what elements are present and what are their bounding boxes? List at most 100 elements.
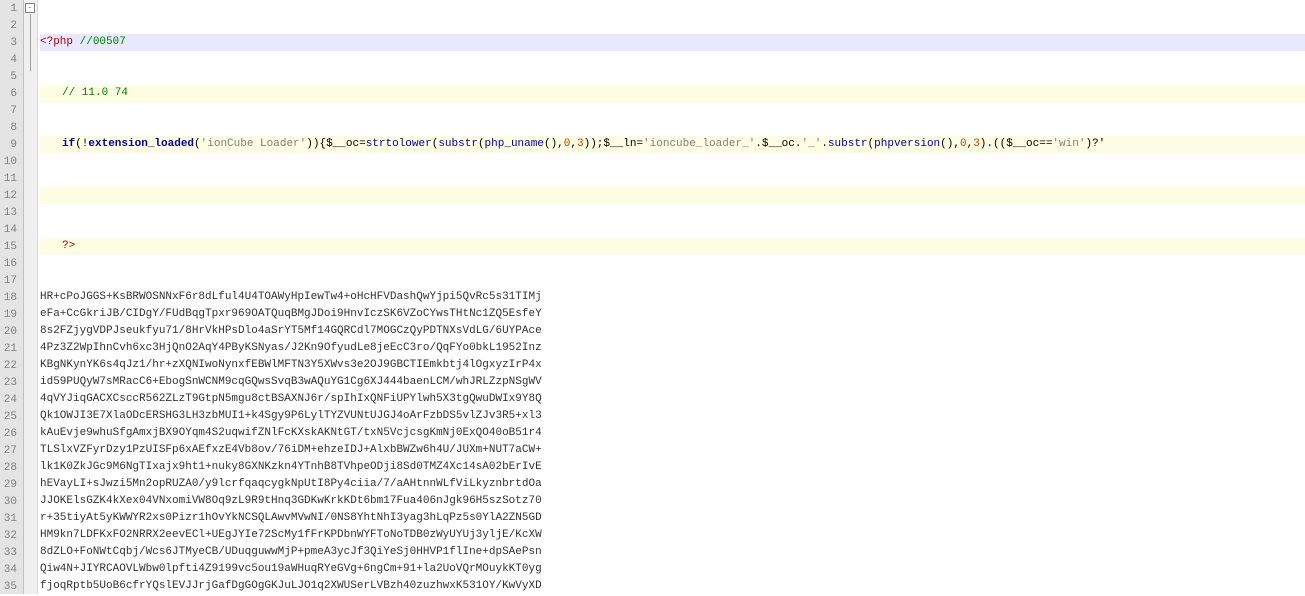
encoded-data-line[interactable]: id59PUQyW7sMRacC6+EbogSnWCNM9cqGQwsSvqB3…: [40, 374, 1305, 391]
line-number: 3: [2, 35, 17, 52]
fold-column[interactable]: -: [24, 0, 38, 594]
line-number: 33: [2, 545, 17, 562]
encoded-data-text: 4Pz3Z2WpIhnCvh6xc3HjQnO2AqY4PByKSNyas/J2…: [40, 342, 542, 354]
line-number: 17: [2, 273, 17, 290]
encoded-data-text: lk1K0ZkJGc9M6NgTIxajx9ht1+nuky8GXNKzkn4Y…: [40, 461, 542, 473]
variable: $__oc: [762, 138, 795, 150]
line-number: 16: [2, 256, 17, 273]
line-number: 20: [2, 324, 17, 341]
encoded-data-text: eFa+CcGkriJB/CIDgY/FUdBqgTpxr969OATQuqBM…: [40, 308, 542, 320]
line-number: 34: [2, 562, 17, 579]
encoded-data-text: KBgNKynYK6s4qJz1/hr+zXQNIwoNynxfEBWlMFTN…: [40, 359, 542, 371]
encoded-data-line[interactable]: 4qVYJiqGACXCsccR562ZLzT9GtpN5mgu8ctBSAXN…: [40, 391, 1305, 408]
line-number: 29: [2, 477, 17, 494]
encoded-data-text: Qiw4N+JIYRCAOVLWbw0lpfti4Z9199vc5ou19aWH…: [40, 563, 542, 575]
encoded-data-line[interactable]: HM9kn7LDFKxFO2NRRX2eevECl+UEgJYIe72ScMy1…: [40, 527, 1305, 544]
code-line[interactable]: <?php //00507: [40, 34, 1305, 51]
line-number: 27: [2, 443, 17, 460]
func-phpversion: phpversion: [874, 138, 940, 150]
punct: ).((: [980, 138, 1006, 150]
encoded-data-line[interactable]: Qiw4N+JIYRCAOVLWbw0lpfti4Z9199vc5ou19aWH…: [40, 561, 1305, 578]
func-substr: substr: [828, 138, 868, 150]
punct: ,: [570, 138, 577, 150]
punct: (: [194, 138, 201, 150]
line-number: 13: [2, 205, 17, 222]
line-number: 11: [2, 171, 17, 188]
punct: )){: [306, 138, 326, 150]
encoded-data-line[interactable]: kAuEvje9whuSfgAmxjBX9OYqm4S2uqwifZNlFcKX…: [40, 425, 1305, 442]
encoded-data-line[interactable]: eFa+CcGkriJB/CIDgY/FUdBqgTpxr969OATQuqBM…: [40, 306, 1305, 323]
variable: $__oc: [1006, 138, 1039, 150]
line-number: 23: [2, 375, 17, 392]
line-number: 35: [2, 579, 17, 596]
encoded-data-line[interactable]: 8s2FZjygVDPJseukfyu71/8HrVkHPsDlo4aSrYT5…: [40, 323, 1305, 340]
variable: $__oc: [326, 138, 359, 150]
line-number: 15: [2, 239, 17, 256]
php-open-tag: <?php: [40, 36, 73, 48]
encoded-data-text: JJOKElsGZK4kXex04VNxomiVW8Oq9zL9R9tHnq3G…: [40, 495, 542, 507]
code-line[interactable]: if(!extension_loaded('ionCube Loader')){…: [40, 136, 1305, 153]
string: '_': [802, 138, 822, 150]
code-line-blank[interactable]: [40, 187, 1305, 204]
encoded-data-text: Qk1OWJI3E7XlaODcERSHG3LH3zbMUI1+k4Sgy9P6…: [40, 410, 542, 422]
punct: =: [359, 138, 366, 150]
fold-marker-icon[interactable]: -: [25, 3, 35, 13]
line-number: 26: [2, 426, 17, 443]
line-number: 12: [2, 188, 17, 205]
encoded-data-text: hEVayLI+sJwzi5Mn2opRUZA0/y9lcrfqaqcygkNp…: [40, 478, 542, 490]
line-number: 21: [2, 341, 17, 358]
line-number: 28: [2, 460, 17, 477]
line-number: 8: [2, 120, 17, 137]
line-number: 22: [2, 358, 17, 375]
encoded-data-line[interactable]: JJOKElsGZK4kXex04VNxomiVW8Oq9zL9R9tHnq3G…: [40, 493, 1305, 510]
encoded-data-line[interactable]: 8dZLO+FoNWtCqbj/Wcs6JTMyeCB/UDuqguwwMjP+…: [40, 544, 1305, 561]
fold-guide-line: [30, 14, 31, 71]
punct: ==: [1039, 138, 1052, 150]
code-editor[interactable]: 1234567891011121314151617181920212223242…: [0, 0, 1305, 594]
encoded-data-text: TLSlxVZFyrDzy1PzUISFp6xAEfxzE4Vb8ov/76iD…: [40, 444, 542, 456]
string: 'ionCube Loader': [201, 138, 307, 150]
func-substr: substr: [438, 138, 478, 150]
line-number: 14: [2, 222, 17, 239]
line-number: 2: [2, 18, 17, 35]
line-number: 6: [2, 86, 17, 103]
punct: (: [478, 138, 485, 150]
punct: )?': [1085, 138, 1105, 150]
func-php-uname: php_uname: [485, 138, 544, 150]
encoded-data-line[interactable]: TLSlxVZFyrDzy1PzUISFp6xAEfxzE4Vb8ov/76iD…: [40, 442, 1305, 459]
variable: $__ln: [603, 138, 636, 150]
line-number: 5: [2, 69, 17, 86]
code-line[interactable]: ?>: [40, 238, 1305, 255]
comment: // 11.0 74: [62, 87, 128, 99]
encoded-data-line[interactable]: KBgNKynYK6s4qJz1/hr+zXQNIwoNynxfEBWlMFTN…: [40, 357, 1305, 374]
punct: (),: [940, 138, 960, 150]
func-extension-loaded: extension_loaded: [88, 138, 194, 150]
line-number-gutter: 1234567891011121314151617181920212223242…: [0, 0, 24, 594]
encoded-data-line[interactable]: HR+cPoJGGS+KsBRWOSNNxF6r8dLful4U4TOAWyHp…: [40, 289, 1305, 306]
string: 'win': [1052, 138, 1085, 150]
punct: (),: [544, 138, 564, 150]
line-number: 24: [2, 392, 17, 409]
encoded-data-line[interactable]: lk1K0ZkJGc9M6NgTIxajx9ht1+nuky8GXNKzkn4Y…: [40, 459, 1305, 476]
line-number: 10: [2, 154, 17, 171]
encoded-data-line[interactable]: r+35tiyAt5yKWWYR2xs0Pizr1hOvYkNCSQLAwvMV…: [40, 510, 1305, 527]
line-number: 4: [2, 52, 17, 69]
line-number: 9: [2, 137, 17, 154]
number: 3: [577, 138, 584, 150]
line-number: 18: [2, 290, 17, 307]
code-area[interactable]: <?php //00507 // 11.0 74 if(!extension_l…: [38, 0, 1305, 594]
code-line[interactable]: // 11.0 74: [40, 85, 1305, 102]
punct: (!: [75, 138, 88, 150]
encoded-data-line[interactable]: hEVayLI+sJwzi5Mn2opRUZA0/y9lcrfqaqcygkNp…: [40, 476, 1305, 493]
encoded-data-line[interactable]: fjoqRptb5UoB6cfrYQslEVJJrjGafDgGOgGKJuLJ…: [40, 578, 1305, 594]
encoded-data-line[interactable]: Qk1OWJI3E7XlaODcERSHG3LH3zbMUI1+k4Sgy9P6…: [40, 408, 1305, 425]
line-number: 25: [2, 409, 17, 426]
number: 3: [973, 138, 980, 150]
encoded-data-text: HR+cPoJGGS+KsBRWOSNNxF6r8dLful4U4TOAWyHp…: [40, 291, 542, 303]
line-number: 1: [2, 1, 17, 18]
line-number: 32: [2, 528, 17, 545]
encoded-data-text: id59PUQyW7sMRacC6+EbogSnWCNM9cqGQwsSvqB3…: [40, 376, 542, 388]
encoded-data-line[interactable]: 4Pz3Z2WpIhnCvh6xc3HjQnO2AqY4PByKSNyas/J2…: [40, 340, 1305, 357]
keyword-if: if: [62, 138, 75, 150]
line-number: 31: [2, 511, 17, 528]
